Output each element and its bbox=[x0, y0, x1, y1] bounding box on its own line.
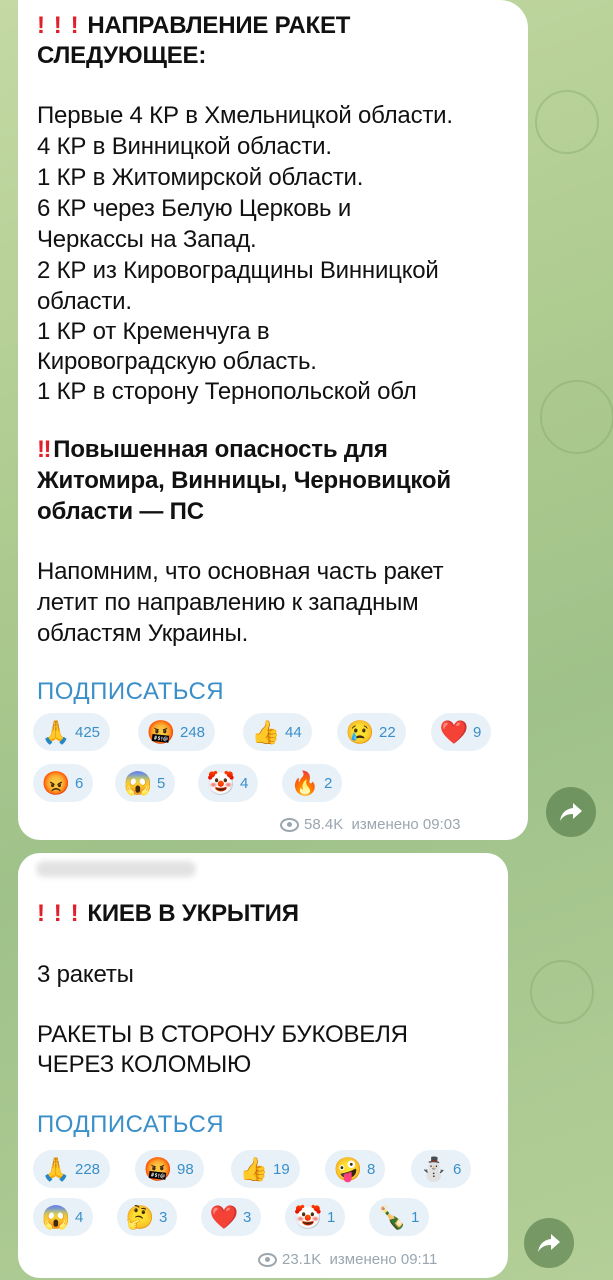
reaction-scream-icon: 😱 bbox=[123, 770, 153, 796]
reaction-chip[interactable]: ⛄ 6 bbox=[411, 1150, 472, 1188]
reaction-chip[interactable]: 🤡 1 bbox=[285, 1198, 346, 1236]
reaction-chip[interactable]: 🤡 4 bbox=[198, 764, 259, 802]
blurred-channel-name bbox=[36, 861, 196, 877]
reaction-chip[interactable]: 👍 44 bbox=[243, 713, 312, 751]
reaction-chip[interactable]: 🍾 1 bbox=[369, 1198, 430, 1236]
reaction-count: 8 bbox=[367, 1160, 376, 1178]
message-line: областям Украины. bbox=[37, 620, 249, 647]
reaction-chip[interactable]: 😢 22 bbox=[337, 713, 406, 751]
message-line: 1 КР в сторону Тернопольской обл bbox=[37, 378, 417, 405]
reaction-thinking-icon: 🤔 bbox=[125, 1204, 155, 1230]
reaction-count: 1 bbox=[327, 1208, 336, 1226]
eye-icon bbox=[280, 818, 299, 833]
background-doodle bbox=[540, 380, 613, 454]
reaction-chip[interactable]: 😱 4 bbox=[33, 1198, 94, 1236]
edited-time: изменено 09:11 bbox=[329, 1251, 438, 1268]
reaction-count: 425 bbox=[75, 723, 101, 741]
message-line: 6 КР через Белую Церковь и bbox=[37, 195, 352, 222]
post-header-line: СЛЕДУЮЩЕЕ: bbox=[37, 42, 207, 69]
reaction-count: 6 bbox=[75, 774, 84, 792]
reaction-count: 3 bbox=[243, 1208, 252, 1226]
reaction-pray-icon: 🙏 bbox=[41, 719, 71, 745]
message-bubble: !!! НАПРАВЛЕНИЕ РАКЕТ СЛЕДУЮЩЕЕ: Первые 4… bbox=[18, 0, 528, 840]
reaction-chip[interactable]: 🙏 228 bbox=[33, 1150, 111, 1188]
reaction-chip[interactable]: 😱 5 bbox=[115, 764, 176, 802]
reaction-cursing-icon: 🤬 bbox=[146, 719, 176, 745]
reaction-count: 22 bbox=[379, 723, 396, 741]
reaction-count: 6 bbox=[453, 1160, 462, 1178]
share-button[interactable] bbox=[546, 787, 596, 837]
reaction-count: 228 bbox=[75, 1160, 101, 1178]
reaction-chip[interactable]: 🤬 248 bbox=[138, 713, 216, 751]
message-line: летит по направлению к западным bbox=[37, 589, 419, 616]
message-line: Кировоградскую область. bbox=[37, 348, 317, 375]
reaction-scream-icon: 😱 bbox=[41, 1204, 71, 1230]
message-line: 3 ракеты bbox=[37, 961, 134, 988]
message-line: Первые 4 КР в Хмельницкой области. bbox=[37, 102, 453, 129]
reaction-clown-icon: 🤡 bbox=[293, 1204, 323, 1230]
message-meta: 58.4K изменено 09:03 bbox=[280, 816, 460, 833]
reaction-count: 19 bbox=[273, 1160, 290, 1178]
reaction-count: 248 bbox=[180, 723, 206, 741]
reaction-count: 9 bbox=[473, 723, 482, 741]
reaction-pray-icon: 🙏 bbox=[41, 1156, 71, 1182]
reaction-chip[interactable]: ❤️ 9 bbox=[431, 713, 492, 751]
reaction-chip[interactable]: 👍 19 bbox=[231, 1150, 300, 1188]
post-header: !!! НАПРАВЛЕНИЕ РАКЕТ bbox=[37, 12, 351, 39]
message-line: Напомним, что основная часть ракет bbox=[37, 558, 444, 585]
subscribe-link[interactable]: ПОДПИСАТЬСЯ bbox=[37, 678, 224, 706]
subscribe-link[interactable]: ПОДПИСАТЬСЯ bbox=[37, 1111, 224, 1139]
message-line: области. bbox=[37, 288, 132, 315]
message-line: Черкассы на Запад. bbox=[37, 226, 257, 253]
reaction-chip[interactable]: 🔥 2 bbox=[282, 764, 343, 802]
message-line: ЧЕРЕЗ КОЛОМЫЮ bbox=[37, 1051, 252, 1078]
reaction-snowman-icon: ⛄ bbox=[419, 1156, 449, 1182]
reaction-chip[interactable]: 🤬 98 bbox=[135, 1150, 204, 1188]
reaction-zany-icon: 🤪 bbox=[333, 1156, 363, 1182]
reaction-champagne-icon: 🍾 bbox=[377, 1204, 407, 1230]
share-button[interactable] bbox=[524, 1218, 574, 1268]
reaction-cursing-icon: 🤬 bbox=[143, 1156, 173, 1182]
reaction-chip[interactable]: ❤️ 3 bbox=[201, 1198, 262, 1236]
message-line: 1 КР от Кременчуга в bbox=[37, 318, 270, 345]
message-line: РАКЕТЫ В СТОРОНУ БУКОВЕЛЯ bbox=[37, 1021, 408, 1048]
message-line: 4 КР в Винницкой области. bbox=[37, 133, 332, 160]
reaction-count: 98 bbox=[177, 1160, 194, 1178]
reaction-count: 3 bbox=[159, 1208, 168, 1226]
reaction-count: 4 bbox=[75, 1208, 84, 1226]
edited-time: изменено 09:03 bbox=[351, 816, 461, 833]
background-doodle bbox=[530, 960, 594, 1024]
reaction-heart-icon: ❤️ bbox=[439, 719, 469, 745]
reaction-crying-icon: 😢 bbox=[345, 719, 375, 745]
reaction-angry-icon: 😡 bbox=[41, 770, 71, 796]
share-arrow-icon bbox=[538, 1234, 560, 1252]
background-doodle bbox=[535, 90, 599, 154]
eye-icon bbox=[258, 1253, 277, 1268]
message-line: 1 КР в Житомирской области. bbox=[37, 164, 364, 191]
reaction-count: 1 bbox=[411, 1208, 420, 1226]
reaction-clown-icon: 🤡 bbox=[206, 770, 236, 796]
reaction-chip[interactable]: 🤔 3 bbox=[117, 1198, 178, 1236]
message-line: 2 КР из Кировоградщины Винницкой bbox=[37, 257, 439, 284]
message-meta: 23.1K изменено 09:11 bbox=[258, 1251, 437, 1268]
warning-line: ‼Повышенная опасность для bbox=[37, 436, 388, 463]
view-count: 58.4K bbox=[304, 816, 344, 833]
reaction-chip[interactable]: 🙏 425 bbox=[33, 713, 111, 751]
warning-line: области — ПС bbox=[37, 498, 204, 525]
reaction-count: 5 bbox=[157, 774, 166, 792]
warning-line: Житомира, Винницы, Черновицкой bbox=[37, 467, 451, 494]
reaction-count: 2 bbox=[324, 774, 333, 792]
reaction-chip[interactable]: 😡 6 bbox=[33, 764, 94, 802]
reaction-fire-icon: 🔥 bbox=[290, 770, 320, 796]
message-bubble: !!! КИЕВ В УКРЫТИЯ 3 ракеты РАКЕТЫ В СТОР… bbox=[18, 853, 508, 1278]
reaction-thumbs-up-icon: 👍 bbox=[251, 719, 281, 745]
reaction-heart-icon: ❤️ bbox=[209, 1204, 239, 1230]
reaction-count: 44 bbox=[285, 723, 302, 741]
reaction-count: 4 bbox=[240, 774, 249, 792]
post-header: !!! КИЕВ В УКРЫТИЯ bbox=[37, 900, 299, 927]
share-arrow-icon bbox=[560, 803, 582, 821]
reaction-chip[interactable]: 🤪 8 bbox=[325, 1150, 386, 1188]
view-count: 23.1K bbox=[282, 1251, 322, 1268]
reaction-thumbs-up-icon: 👍 bbox=[239, 1156, 269, 1182]
